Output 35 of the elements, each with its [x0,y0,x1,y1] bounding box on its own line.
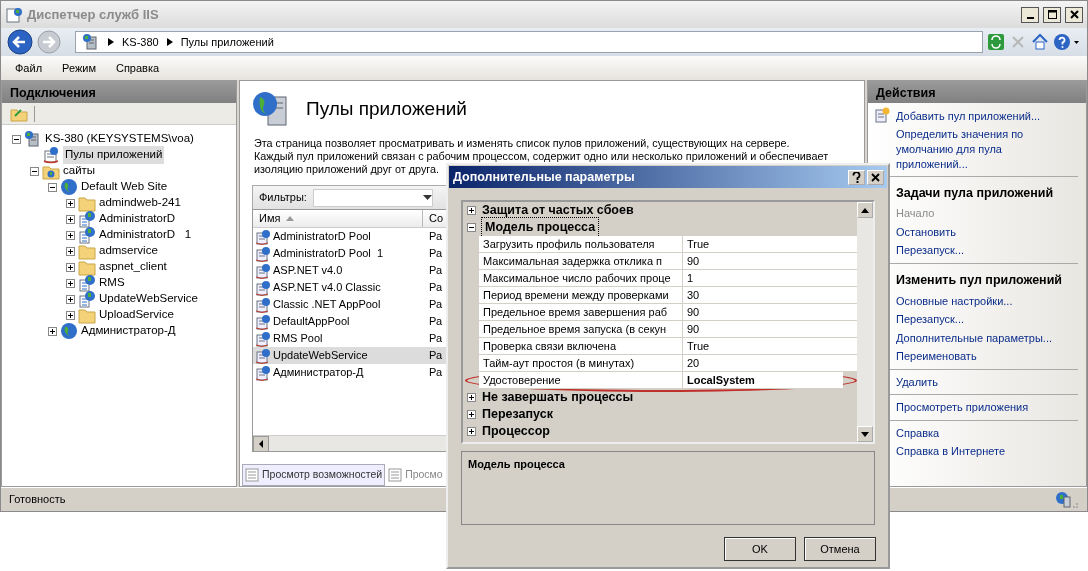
description-title: Модель процесса [468,458,565,470]
table-cell-text: Ра [428,280,443,296]
table-cell-text: Ра [428,314,443,330]
page-title: Пулы приложений [306,96,467,121]
pool-name: DefaultAppPool [273,314,350,330]
table-cell-text: Ра [428,331,443,347]
table-cell-text: Ра [428,229,443,245]
column-title: Со [429,211,444,227]
pane-header: Действия [868,81,1086,103]
pool-name: AdministratorD Pool 1 [273,246,384,262]
description-line: изоляцию приложений друг от друга. [254,163,440,176]
description-line: Каждый пул приложений связан с рабочим процессом, содержит одно или несколько приложений и обеспечивает [254,150,829,163]
table-cell-text: Ра [428,246,443,262]
table-cell-text: Ра [428,365,443,381]
window-title: Диспетчер служб IIS [27,5,160,24]
pool-name: AdministratorD Pool [273,229,371,245]
dialog-title: Дополнительные параметры [453,168,636,186]
pool-name: Администратор-Д [273,365,364,381]
status-text: Готовность [9,492,66,508]
pane-header: Подключения [2,81,236,103]
filter-label: Фильтры: [259,190,307,206]
section-heading: Задачи пула приложений [896,184,1055,202]
column-title: Имя [259,211,281,227]
pool-name: RMS Pool [273,331,323,347]
section-heading: Изменить пул приложений [896,271,1064,289]
table-cell-text: Ра [428,348,443,364]
view-tab-label: Просмотр возможностей [262,467,383,483]
pool-name: UpdateWebService [273,348,368,364]
table-cell-text: Ра [428,297,443,313]
pool-name: ASP.NET v4.0 [273,263,343,279]
pool-name: ASP.NET v4.0 Classic [273,280,381,296]
pool-name: Classic .NET AppPool [273,297,381,313]
view-tab-label: Просмо [405,467,443,483]
description-line: Эта страница позволяет просматривать и изменять список пулов приложений, существующих на сервере. [254,137,790,150]
table-cell-text: Ра [428,263,443,279]
